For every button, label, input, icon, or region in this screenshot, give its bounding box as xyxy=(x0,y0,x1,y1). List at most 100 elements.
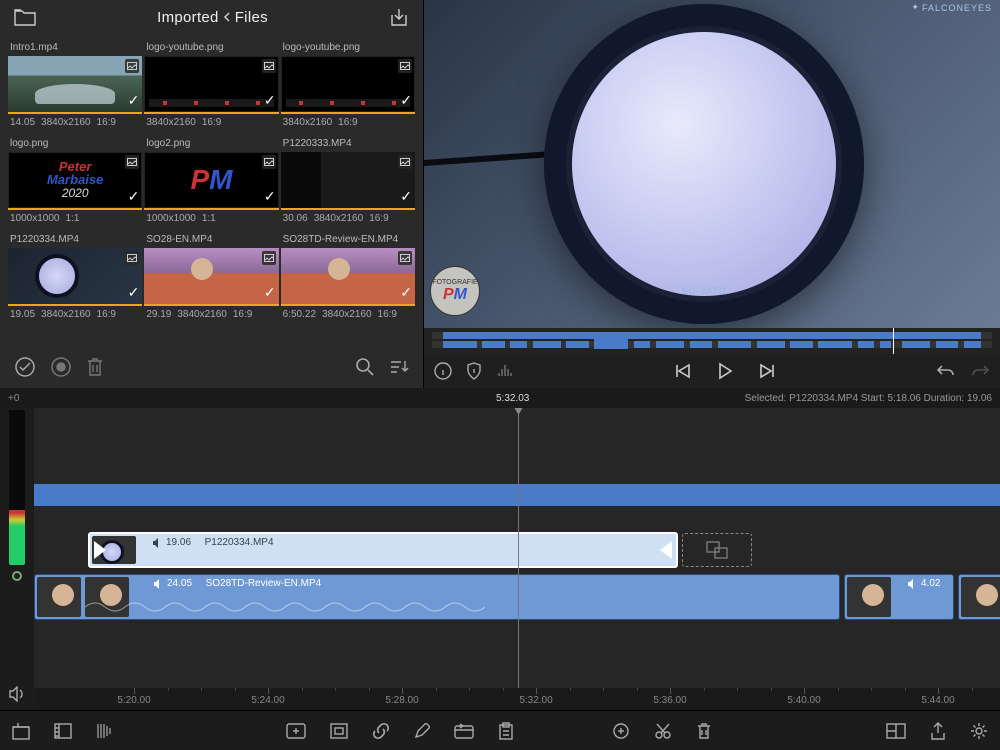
next-frame-icon[interactable] xyxy=(759,362,777,380)
ruler-tick: 5:24.00 xyxy=(251,695,284,706)
timeline: 19.06 P1220334.MP4 24.05 SO28TD-Review-E… xyxy=(0,408,1000,710)
clip-thumbnail[interactable]: ✓ xyxy=(281,248,415,306)
mini-timeline[interactable] xyxy=(424,328,1000,354)
video-track-2[interactable]: 24.05 SO28TD-Review-EN.MP4 4.02 xyxy=(34,574,1000,620)
cut-icon[interactable] xyxy=(654,722,672,740)
clipboard-icon[interactable] xyxy=(498,722,514,740)
image-badge-icon xyxy=(398,251,412,265)
clip-thumbnail[interactable]: ✓ xyxy=(144,56,278,114)
check-icon: ✓ xyxy=(128,92,140,109)
media-library: Imported Files Intro1.mp4✓14.053840x2160… xyxy=(0,0,424,388)
image-badge-icon xyxy=(125,251,139,265)
library-clip[interactable]: logo-youtube.png✓3840x216016:9 xyxy=(281,40,415,134)
play-icon[interactable] xyxy=(717,362,733,380)
clip-meta: 1000x10001:1 xyxy=(8,210,142,230)
clip-meta: 3840x216016:9 xyxy=(144,114,278,134)
zoom-icon[interactable] xyxy=(96,722,112,740)
check-icon: ✓ xyxy=(264,188,276,205)
clip-meta: 1000x10001:1 xyxy=(144,210,278,230)
share-icon[interactable] xyxy=(930,722,946,740)
transition-placeholder[interactable] xyxy=(682,533,752,567)
folder-icon[interactable] xyxy=(14,8,36,26)
library-clip[interactable]: SO28-EN.MP4✓29.193840x216016:9 xyxy=(144,232,278,326)
info-icon[interactable] xyxy=(434,362,452,380)
link-icon[interactable] xyxy=(372,722,390,740)
clip-name: logo2.png xyxy=(144,136,278,152)
clip-name: SO28-EN.MP4 xyxy=(144,232,278,248)
clip-thumbnail[interactable]: PeterMarbaise2020✓ xyxy=(8,152,142,210)
trash-icon[interactable] xyxy=(86,357,104,377)
playhead[interactable] xyxy=(518,408,519,688)
add-clip-icon[interactable] xyxy=(286,723,306,739)
clip-thumbnail[interactable]: ✓ xyxy=(8,56,142,114)
library-clip[interactable]: SO28TD-Review-EN.MP4✓6:50.223840x216016:… xyxy=(281,232,415,326)
prev-frame-icon[interactable] xyxy=(673,362,691,380)
clip-trim-right-icon[interactable] xyxy=(660,541,672,559)
sort-icon[interactable] xyxy=(389,359,409,375)
clip-trim-left-icon[interactable] xyxy=(94,541,106,559)
video-track-1[interactable]: 19.06 P1220334.MP4 xyxy=(34,532,1000,568)
clip-name: P1220334.MP4 xyxy=(8,232,142,248)
track-headers xyxy=(0,408,34,710)
import-icon[interactable] xyxy=(389,8,409,26)
check-icon: ✓ xyxy=(400,92,412,109)
clip-thumbnail[interactable]: ✓ xyxy=(144,248,278,306)
timeline-clip[interactable]: 4.02 xyxy=(844,574,954,620)
overview-track[interactable] xyxy=(34,484,1000,506)
undo-icon[interactable] xyxy=(936,363,956,379)
ruler-tick: 5:40.00 xyxy=(787,695,820,706)
library-clip[interactable]: logo.pngPeterMarbaise2020✓1000x10001:1 xyxy=(8,136,142,230)
redo-icon[interactable] xyxy=(970,363,990,379)
shield-icon[interactable] xyxy=(466,362,482,380)
library-clip[interactable]: P1220334.MP4✓19.053840x216016:9 xyxy=(8,232,142,326)
clip-thumbnail[interactable]: ✓ xyxy=(8,248,142,306)
clip-name: logo.png xyxy=(8,136,142,152)
speaker-icon[interactable] xyxy=(8,686,26,702)
check-icon: ✓ xyxy=(128,188,140,205)
check-icon: ✓ xyxy=(264,92,276,109)
timeline-info-bar: +0 5:32.03 Selected: P1220334.MP4 Start:… xyxy=(0,388,1000,408)
record-icon[interactable] xyxy=(50,356,72,378)
time-ruler[interactable]: 5:20.005:24.005:28.005:32.005:36.005:40.… xyxy=(34,688,1000,710)
clip-name: P1220333.MP4 xyxy=(281,136,415,152)
delete-icon[interactable] xyxy=(696,722,712,740)
edit-icon[interactable] xyxy=(414,723,430,739)
storyboard-icon[interactable] xyxy=(54,722,72,740)
library-clip[interactable]: P1220333.MP4✓30.063840x216016:9 xyxy=(281,136,415,230)
select-all-icon[interactable] xyxy=(14,356,36,378)
settings-icon[interactable] xyxy=(970,722,988,740)
clip-thumbnail[interactable]: ✓ xyxy=(281,152,415,210)
library-clip[interactable]: logo2.pngPM✓1000x10001:1 xyxy=(144,136,278,230)
clip-meta: 19.053840x216016:9 xyxy=(8,306,142,326)
waveform-icon xyxy=(85,597,485,617)
library-title: Imported Files xyxy=(36,9,389,26)
library-clip[interactable]: logo-youtube.png✓3840x216016:9 xyxy=(144,40,278,134)
layout-icon[interactable] xyxy=(886,723,906,739)
add-track-icon[interactable] xyxy=(12,722,30,740)
keyframe-icon[interactable] xyxy=(12,571,22,581)
clip-thumbnail[interactable]: PM✓ xyxy=(144,152,278,210)
duplicate-icon[interactable] xyxy=(612,722,630,740)
clip-meta: 29.193840x216016:9 xyxy=(144,306,278,326)
ruler-tick: 5:28.00 xyxy=(385,695,418,706)
clip-name: Intro1.mp4 xyxy=(8,40,142,56)
timeline-clip[interactable] xyxy=(958,574,1000,620)
ruler-tick: 5:36.00 xyxy=(653,695,686,706)
audio-levels-icon[interactable] xyxy=(496,363,514,379)
preview-viewport[interactable]: SO-28TD ✦ FALCONEYES FOTOGRAFIE PM xyxy=(424,0,1000,328)
audio-meter xyxy=(9,410,25,565)
clip-meta: 30.063840x216016:9 xyxy=(281,210,415,230)
library-clip[interactable]: Intro1.mp4✓14.053840x216016:9 xyxy=(8,40,142,134)
selection-info: Selected: P1220334.MP4 Start: 5:18.06 Du… xyxy=(745,393,992,404)
frame-icon[interactable] xyxy=(330,723,348,739)
search-icon[interactable] xyxy=(355,357,375,377)
replace-icon[interactable] xyxy=(454,723,474,739)
tracks-area[interactable]: 19.06 P1220334.MP4 24.05 SO28TD-Review-E… xyxy=(34,408,1000,710)
timeline-clip[interactable]: 24.05 SO28TD-Review-EN.MP4 xyxy=(34,574,840,620)
library-grid: Intro1.mp4✓14.053840x216016:9logo-youtub… xyxy=(0,34,423,346)
timeline-clip-selected[interactable]: 19.06 P1220334.MP4 xyxy=(88,532,678,568)
ruler-tick: 5:20.00 xyxy=(117,695,150,706)
check-icon: ✓ xyxy=(400,284,412,301)
clip-thumbnail[interactable]: ✓ xyxy=(281,56,415,114)
image-badge-icon xyxy=(262,251,276,265)
